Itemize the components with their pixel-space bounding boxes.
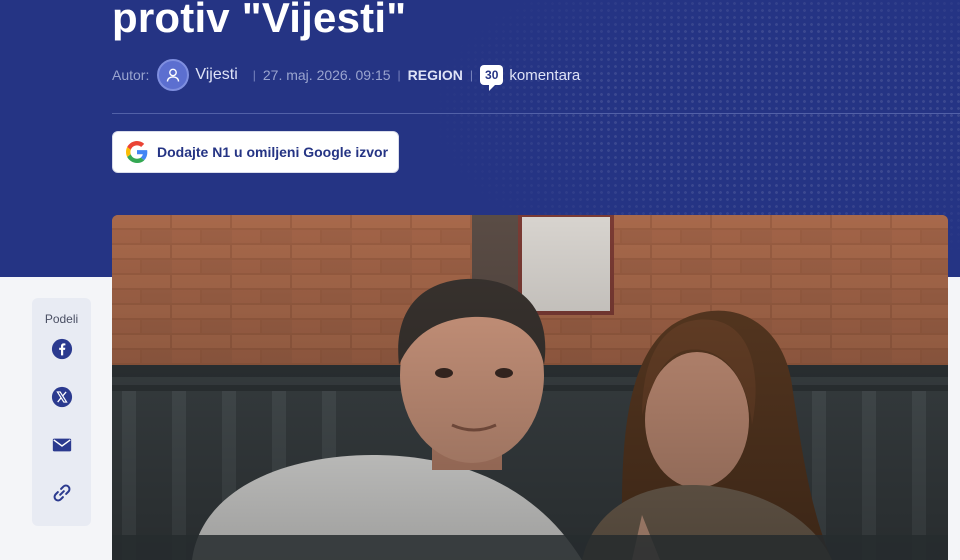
author-avatar[interactable] <box>157 59 190 91</box>
facebook-share-button[interactable] <box>50 338 74 360</box>
article-hero-image <box>112 215 948 560</box>
facebook-icon <box>51 338 72 360</box>
x-icon <box>51 386 72 408</box>
x-share-button[interactable] <box>50 386 74 408</box>
google-g-icon <box>126 141 148 163</box>
user-icon <box>167 68 180 82</box>
article-title: protiv "Vijesti" <box>112 0 407 41</box>
meta-separator: | <box>397 68 401 82</box>
share-label: Podeli <box>44 312 79 326</box>
article-meta: Autor: Vijesti | 27. maj. 2026. 09:15 | … <box>112 58 580 92</box>
courtroom-photo <box>112 215 948 560</box>
meta-separator: | <box>252 68 256 82</box>
add-google-source-button[interactable]: Dodajte N1 u omiljeni Google izvor <box>112 131 399 173</box>
share-panel: Podeli <box>32 298 91 526</box>
copy-link-button[interactable] <box>50 482 74 504</box>
mail-icon <box>52 438 71 452</box>
email-share-button[interactable] <box>50 434 74 456</box>
author-label: Autor: <box>112 67 150 83</box>
publish-date: 27. maj. 2026. 09:15 <box>262 67 391 83</box>
comments-link[interactable]: komentara <box>509 67 580 84</box>
link-icon <box>53 484 70 502</box>
header-divider <box>112 113 960 114</box>
meta-separator: | <box>469 68 474 82</box>
section-link[interactable]: REGION <box>408 67 463 83</box>
google-source-label: Dodajte N1 u omiljeni Google izvor <box>157 144 389 160</box>
author-name[interactable]: Vijesti <box>195 66 237 84</box>
comment-count-badge[interactable]: 30 <box>480 65 504 91</box>
